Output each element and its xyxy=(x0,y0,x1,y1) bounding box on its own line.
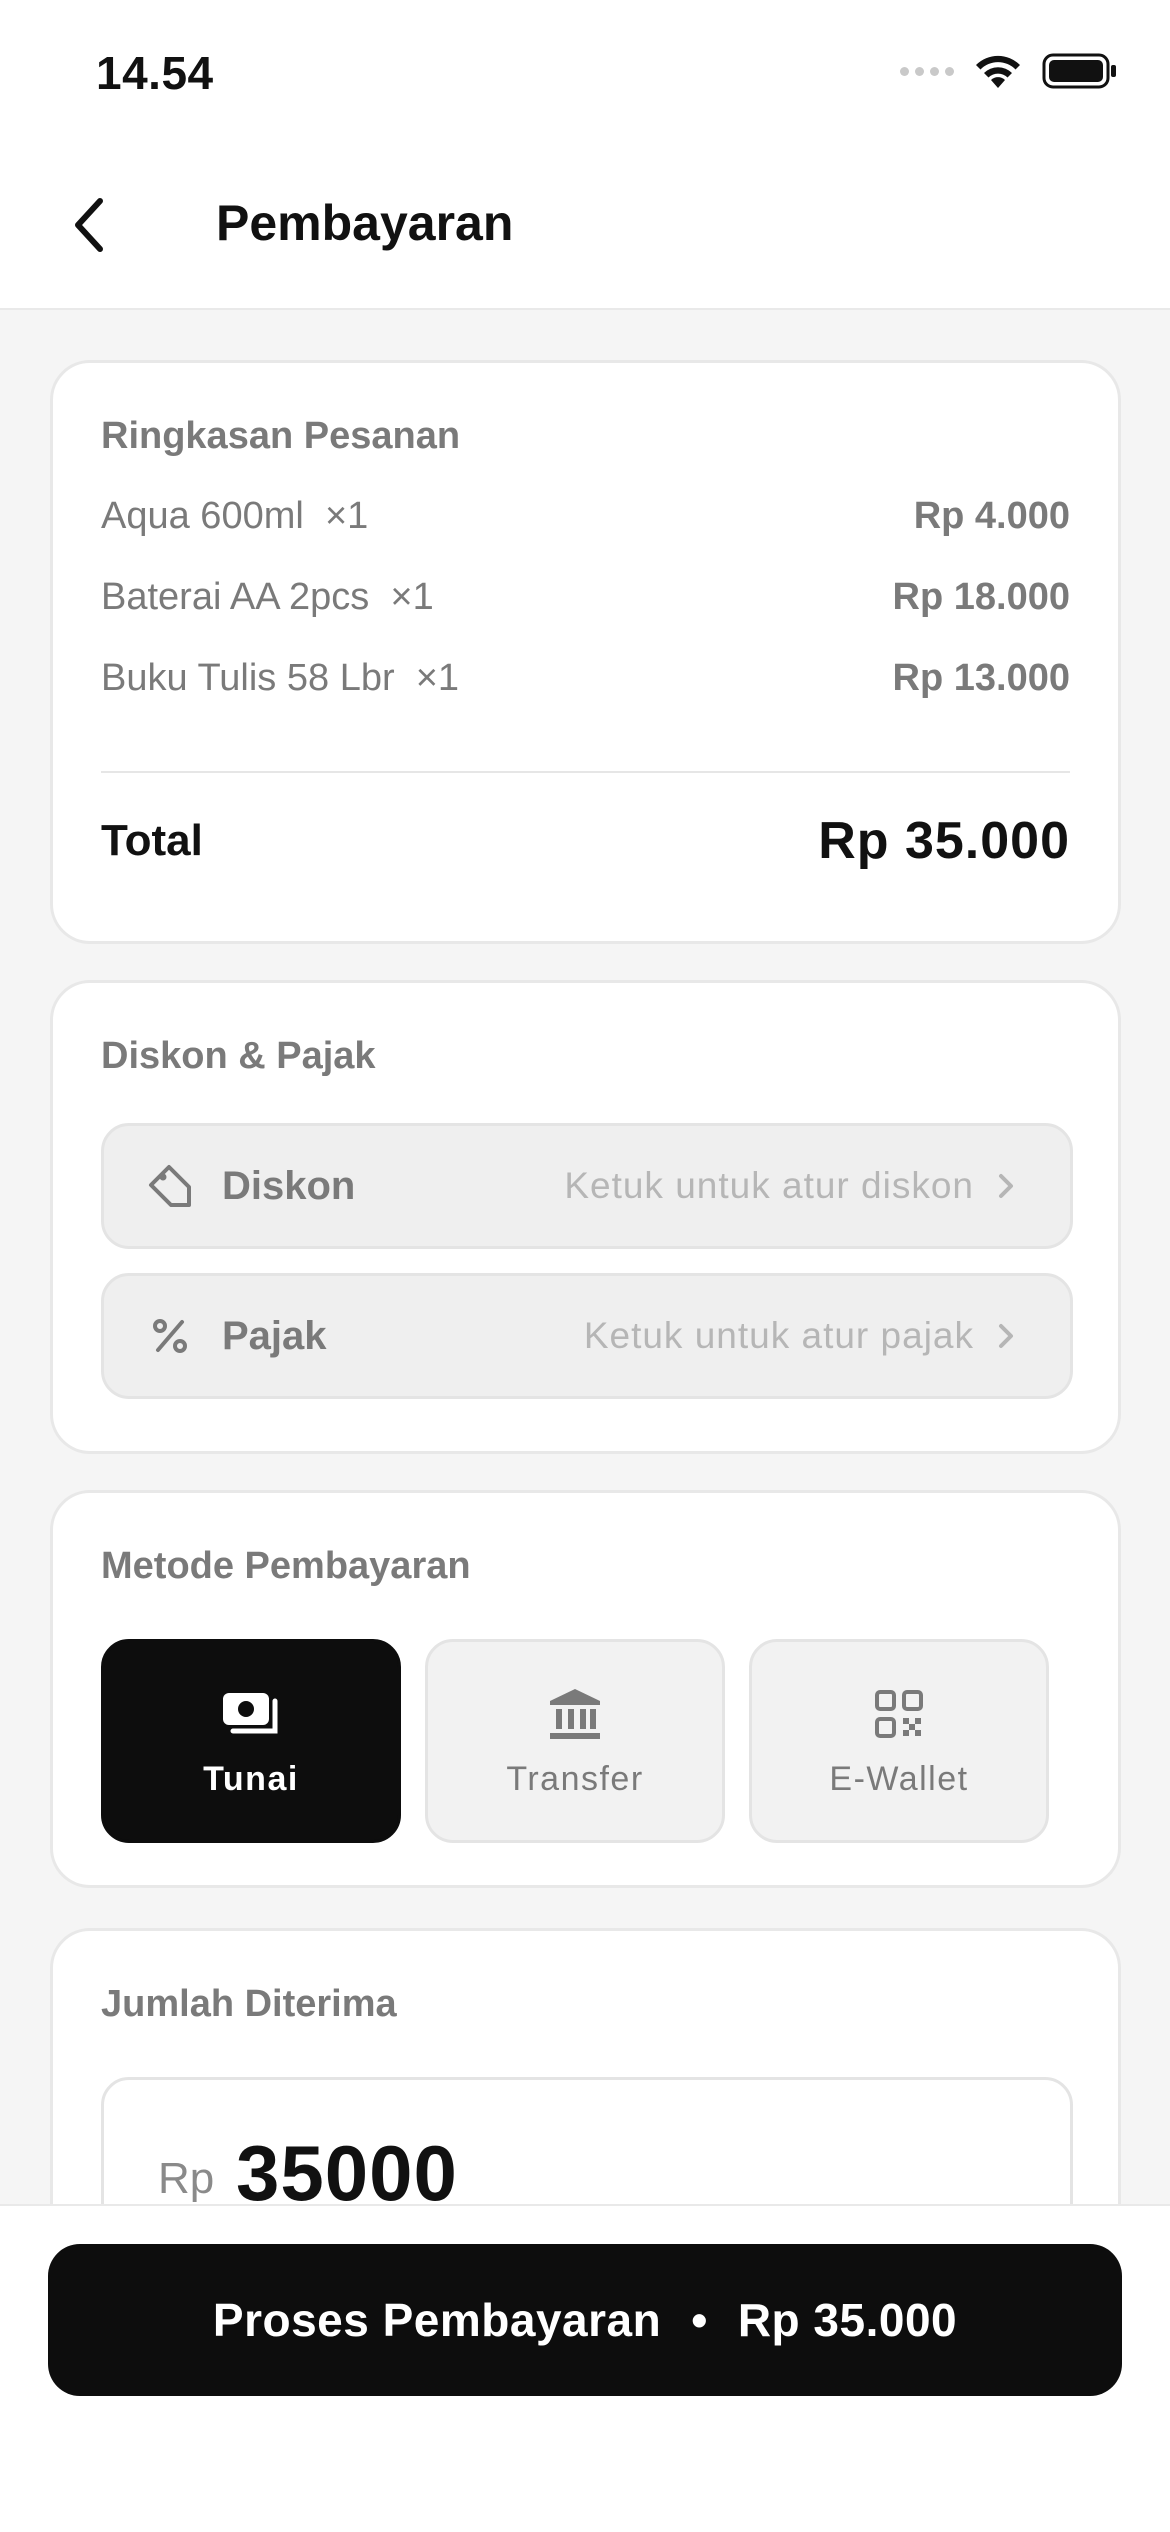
process-payment-amount: Rp 35.000 xyxy=(737,2294,958,2346)
page-title: Pembayaran xyxy=(216,195,514,251)
wifi-icon xyxy=(976,55,1020,88)
discount-label: Diskon xyxy=(222,1163,356,1208)
item-name: Buku Tulis 58 Lbr ×1 xyxy=(101,656,460,699)
item-name: Baterai AA 2pcs ×1 xyxy=(101,575,434,618)
amount-input[interactable]: Rp 35000 xyxy=(101,2077,1073,2204)
qr-code-icon xyxy=(874,1684,924,1744)
tag-icon xyxy=(142,1158,198,1214)
chevron-left-icon xyxy=(75,198,103,252)
payment-method-card: Metode Pembayaran Tunai Transfer E-Walle… xyxy=(50,1490,1121,1888)
amount-received-title: Jumlah Diterima xyxy=(101,1983,397,2025)
scroll-content[interactable]: Ringkasan Pesanan Aqua 600ml ×1 Rp 4.000… xyxy=(0,312,1170,2204)
tax-label: Pajak xyxy=(222,1313,327,1358)
amount-value: 35000 xyxy=(236,2129,458,2204)
process-payment-button[interactable]: Proses Pembayaran • Rp 35.000 xyxy=(48,2244,1122,2396)
payment-option-label: Tunai xyxy=(203,1759,299,1798)
status-time: 14.54 xyxy=(96,47,214,99)
list-item: Aqua 600ml ×1 Rp 4.000 xyxy=(101,491,1070,541)
item-name: Aqua 600ml ×1 xyxy=(101,494,369,537)
status-bar: 14.54 xyxy=(0,0,1170,150)
process-payment-label: Proses Pembayaran xyxy=(212,2294,662,2346)
amount-received-card: Jumlah Diterima Rp 35000 xyxy=(50,1928,1121,2204)
back-button[interactable] xyxy=(58,190,118,260)
discount-tax-title: Diskon & Pajak xyxy=(101,1035,376,1077)
bottom-action-bar: Proses Pembayaran • Rp 35.000 xyxy=(0,2204,1170,2532)
payment-method-title: Metode Pembayaran xyxy=(101,1545,471,1587)
percent-icon xyxy=(142,1308,198,1364)
payment-option-label: Transfer xyxy=(506,1759,644,1798)
item-price: Rp 4.000 xyxy=(913,494,1070,537)
tax-hint: Ketuk untuk atur pajak xyxy=(583,1315,974,1356)
cash-icon xyxy=(221,1684,281,1744)
status-icons xyxy=(900,52,1118,90)
navigation-bar: Pembayaran xyxy=(0,150,1170,310)
item-price: Rp 13.000 xyxy=(892,656,1070,699)
payment-option-transfer[interactable]: Transfer xyxy=(425,1639,725,1843)
separator-dot: • xyxy=(691,2294,708,2346)
payment-option-label: E-Wallet xyxy=(829,1759,969,1798)
total-row: Total Rp 35.000 xyxy=(101,811,1070,871)
discount-row[interactable]: Diskon Ketuk untuk atur diskon xyxy=(101,1123,1073,1249)
discount-hint: Ketuk untuk atur diskon xyxy=(564,1165,974,1206)
total-value: Rp 35.000 xyxy=(818,812,1070,870)
total-label: Total xyxy=(101,816,203,865)
payment-option-cash[interactable]: Tunai xyxy=(101,1639,401,1843)
chevron-right-icon xyxy=(996,1321,1026,1351)
battery-icon xyxy=(1042,53,1116,89)
cellular-signal-icon xyxy=(900,66,954,76)
list-item: Baterai AA 2pcs ×1 Rp 18.000 xyxy=(101,572,1070,622)
payment-option-ewallet[interactable]: E-Wallet xyxy=(749,1639,1049,1843)
discount-tax-card: Diskon & Pajak Diskon Ketuk untuk atur d… xyxy=(50,980,1121,1454)
amount-currency: Rp xyxy=(158,2154,215,2203)
bank-icon xyxy=(548,1684,602,1744)
chevron-right-icon xyxy=(996,1171,1026,1201)
order-summary-card: Ringkasan Pesanan Aqua 600ml ×1 Rp 4.000… xyxy=(50,360,1121,944)
tax-row[interactable]: Pajak Ketuk untuk atur pajak xyxy=(101,1273,1073,1399)
divider xyxy=(101,771,1070,773)
item-price: Rp 18.000 xyxy=(892,575,1070,618)
list-item: Buku Tulis 58 Lbr ×1 Rp 13.000 xyxy=(101,653,1070,703)
order-summary-title: Ringkasan Pesanan xyxy=(101,415,461,457)
